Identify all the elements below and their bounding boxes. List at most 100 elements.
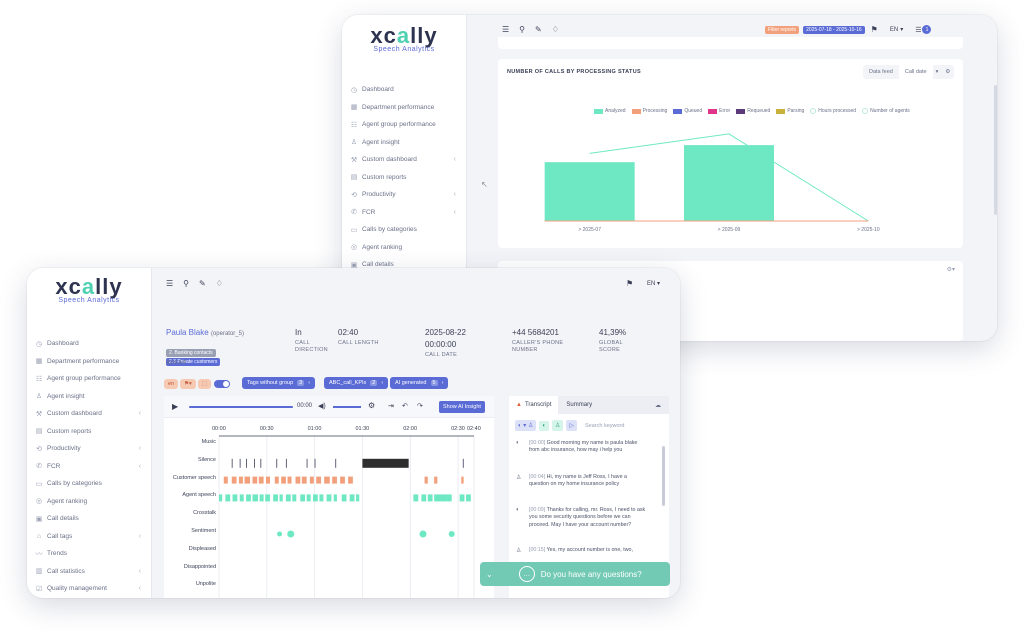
search-input[interactable]: Search keyword	[585, 423, 624, 429]
bulb-icon[interactable]: ♢	[552, 25, 559, 34]
calls-status-panel: NUMBER OF CALLS BY PROCESSING STATUS Dat…	[498, 59, 963, 248]
tab-transcript[interactable]: ▲ Transcript	[509, 396, 559, 414]
sidebar-item-agent-insight[interactable]: ♙ Agent insight	[342, 134, 466, 152]
chevron-icon: ‹	[453, 208, 456, 216]
agent-speech-segment	[232, 494, 238, 502]
users-icon: ☷	[35, 375, 43, 383]
language-select[interactable]: EN	[890, 27, 898, 33]
flag-icon[interactable]: ⚑	[626, 279, 633, 288]
sidebar-item-fcr[interactable]: ✆ FCR ‹	[342, 204, 466, 222]
speaker-filter[interactable]: ◐ ▾ ♙	[515, 420, 537, 431]
gear-icon[interactable]: ⚙▾	[947, 266, 955, 273]
chat-icon: …	[518, 566, 535, 582]
tag-icon[interactable]: ⬚	[197, 379, 212, 389]
menu-icon[interactable]: ☰	[166, 279, 173, 288]
sidebar-item-agent-ranking[interactable]: ◎ Agent ranking	[27, 493, 151, 511]
sidebar-item-call-details[interactable]: ▣ Call details	[27, 510, 151, 528]
sidebar-item-dashboard[interactable]: ◷ Dashboard	[27, 335, 151, 353]
sidebar-item-quality-management[interactable]: ☑ Quality management ‹	[27, 580, 151, 598]
sidebar-item-department-performance[interactable]: ▦ Department performance	[342, 99, 466, 117]
sidebar-item-call-statistics[interactable]: ▥ Call statistics ‹	[27, 563, 151, 581]
sidebar-item-dashboard[interactable]: ◷ Dashboard	[342, 81, 466, 99]
menu-icon[interactable]: ☰	[502, 25, 509, 34]
list-icon[interactable]: ☰	[915, 26, 921, 34]
flag-chip[interactable]: ⚑▾	[180, 379, 196, 389]
play-filter-icon[interactable]: ▷	[566, 420, 577, 431]
kpi-chip[interactable]: ABC_call_KPIs 2 ‹	[324, 377, 389, 389]
tags-group-chip[interactable]: Tags without group 3 ‹	[242, 377, 316, 389]
x-tick-label: > 2025-07	[578, 227, 601, 233]
cloud-icon[interactable]: ☁	[647, 396, 669, 414]
sidebar-item-calls-by-categories[interactable]: ▭ Calls by categories	[342, 221, 466, 239]
customer-speech-segment	[266, 476, 270, 484]
sidebar-item-call-tags[interactable]: ⌂ Call tags ‹	[27, 528, 151, 546]
sidebar-item-label: Dashboard	[47, 340, 79, 348]
silence-tick	[306, 458, 308, 468]
sidebar-item-custom-dashboard[interactable]: ⚒ Custom dashboard ‹	[27, 405, 151, 423]
customer-speech-segment	[231, 476, 237, 484]
sidebar-item-fcr[interactable]: ✆ FCR ‹	[27, 458, 151, 476]
sidebar-item-productivity[interactable]: ⟲ Productivity ‹	[27, 440, 151, 458]
chevron-icon: ‹	[138, 462, 141, 470]
filter-badge[interactable]: Filter reports	[765, 25, 800, 34]
sidebar-item-calls-by-categories[interactable]: ▭ Calls by categories	[27, 475, 151, 493]
transcript-message[interactable]: [00:09] Thanks for calling, mr. Ross, I …	[529, 507, 647, 529]
search-icon[interactable]: ⚲	[183, 279, 189, 288]
agent-speech-segment	[421, 494, 427, 502]
silence-tick	[335, 458, 337, 468]
date-range-badge[interactable]: 2025-07-18 - 2025-10-16	[803, 25, 865, 34]
tab-summary[interactable]: Summary	[558, 396, 600, 414]
wrench-icon[interactable]: ✎	[535, 25, 542, 34]
transcript-message[interactable]: [00:15] Yes, my account number is one, t…	[529, 547, 647, 554]
chevron-icon: ‹	[138, 410, 141, 418]
sidebar-item-custom-reports[interactable]: ▤ Custom reports	[342, 169, 466, 187]
bulb-icon[interactable]: ♢	[216, 279, 223, 288]
transcript-message[interactable]: [00:04] Hi, my name is Jeff Ross, I have…	[529, 474, 647, 489]
sidebar-item-agent-insight[interactable]: ♙ Agent insight	[27, 388, 151, 406]
search-icon[interactable]: ⚲	[519, 25, 525, 34]
customer-speech-segment	[424, 476, 428, 484]
sidebar-item-label: Trends	[47, 550, 67, 558]
transcript-message[interactable]: [00:00] Good morning my name is paula bl…	[529, 440, 647, 455]
global-score-label: GLOBAL SCORE	[599, 340, 623, 353]
headset-filter-icon[interactable]: ◐	[539, 420, 549, 431]
user-icon: ♙	[350, 139, 358, 147]
chevron-down-icon[interactable]: ⌄	[486, 570, 493, 579]
sidebar-item-custom-dashboard[interactable]: ⚒ Custom dashboard ‹	[342, 151, 466, 169]
agent-speech-segment	[273, 494, 278, 502]
customer-speech-segment	[287, 476, 292, 484]
agent-speech-segment	[313, 494, 318, 502]
user-filter-icon[interactable]: ♙	[551, 420, 564, 431]
sidebar-item-trends[interactable]: 〰 Trends	[27, 545, 151, 563]
agent-speech-segment	[446, 494, 452, 502]
tags-row: en ⚑▾ ⬚	[164, 378, 231, 390]
bar-analyzed	[684, 145, 774, 221]
language-select[interactable]: EN ▾	[647, 280, 660, 287]
sidebar-item-label: Productivity	[362, 191, 396, 199]
sidebar-item-agent-group-performance[interactable]: ☷ Agent group performance	[342, 116, 466, 134]
sidebar-item-productivity[interactable]: ⟲ Productivity ‹	[342, 186, 466, 204]
agent-speech-segment	[285, 494, 291, 502]
logo: xcally Speech Analytics	[370, 23, 438, 53]
headset-icon: ◐	[516, 440, 520, 446]
silence-tick	[314, 458, 316, 468]
language-chip[interactable]: en	[164, 379, 179, 389]
sidebar-item-agent-group-performance[interactable]: ☷ Agent group performance	[27, 370, 151, 388]
silence-block	[362, 458, 409, 468]
ai-generated-chip[interactable]: AI generated 5 ›	[390, 377, 449, 389]
sidebar-item-department-performance[interactable]: ▦ Department performance	[27, 353, 151, 371]
ranking-icon: ◎	[35, 498, 43, 506]
toggle-switch[interactable]	[214, 380, 231, 388]
wrench-icon[interactable]: ✎	[199, 279, 206, 288]
notification-badge[interactable]: 1	[922, 25, 932, 34]
sidebar-item-agent-ranking[interactable]: ◎ Agent ranking	[342, 239, 466, 257]
agent-name: Paula Blake (operator_5)	[166, 328, 244, 337]
scrollbar[interactable]	[994, 85, 997, 215]
scrollbar[interactable]	[662, 446, 665, 506]
flag-icon[interactable]: ⚑	[871, 25, 878, 34]
chat-prompt: Do you have any questions?	[540, 569, 642, 579]
customer-speech-segment	[340, 476, 345, 484]
sidebar-item-custom-reports[interactable]: ▤ Custom reports	[27, 423, 151, 441]
chat-banner[interactable]: ⌄ … Do you have any questions?	[480, 562, 670, 586]
call-direction-label: CALL DIRECTION	[295, 340, 328, 353]
